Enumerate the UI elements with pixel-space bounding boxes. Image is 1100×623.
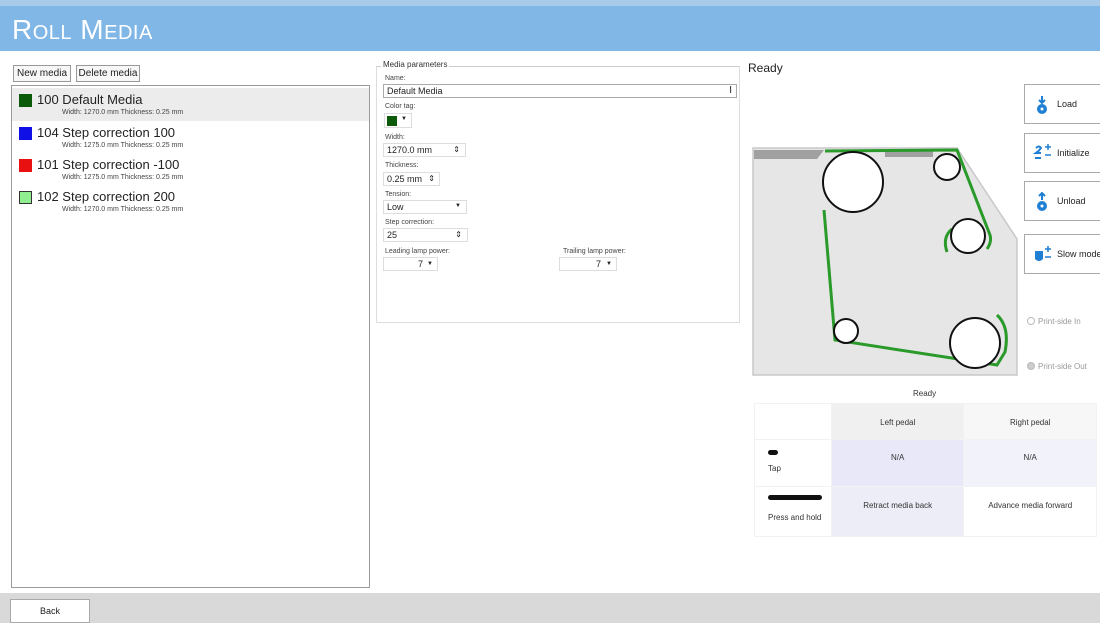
print-side-in-radio[interactable]: Print-side In <box>1027 317 1081 326</box>
color-swatch <box>19 159 32 172</box>
pedal-corner <box>754 403 832 440</box>
footer-bar <box>0 593 1100 623</box>
new-media-button[interactable]: New media <box>13 65 71 82</box>
stepper-icon: ⇕ <box>455 230 462 239</box>
tap-left-value: N/A <box>830 439 965 487</box>
load-icon <box>1037 96 1047 114</box>
tension-select[interactable]: Low ▼ <box>383 200 467 214</box>
media-path-diagram <box>752 147 1018 376</box>
unload-button[interactable]: Unload <box>1024 181 1100 221</box>
take-up-roll <box>949 317 1001 369</box>
media-item-101[interactable]: 101 Step correction -100 Width: 1275.0 m… <box>12 153 369 186</box>
leading-lamp-value: 7 <box>417 259 423 269</box>
media-title: 104 Step correction 100 <box>37 125 176 140</box>
width-field[interactable]: 1270.0 mm ⇕ <box>383 143 466 157</box>
tension-value: Low <box>387 202 404 212</box>
delete-media-button[interactable]: Delete media <box>76 65 140 82</box>
color-tag-picker[interactable]: ▼ <box>384 113 412 128</box>
step-correction-field[interactable]: 25 ⇕ <box>383 228 468 242</box>
chevron-down-icon: ▼ <box>401 116 407 122</box>
step-correction-label: Step correction: <box>385 219 435 226</box>
app-title: Roll Media <box>12 14 153 45</box>
initialize-label: Initialize <box>1057 148 1090 158</box>
header: Roll Media <box>0 0 1100 51</box>
initialize-button[interactable]: Initialize <box>1024 133 1100 173</box>
header-bar <box>0 6 1100 51</box>
media-details: Width: 1270.0 mm Thickness: 0.25 mm <box>62 109 184 116</box>
color-tag-swatch <box>387 116 397 126</box>
roller-bottom-left <box>833 318 859 344</box>
color-swatch <box>19 191 32 204</box>
thickness-field[interactable]: 0.25 mm ⇕ <box>383 172 440 186</box>
tap-label: Tap <box>768 464 781 473</box>
chevron-down-icon: ▼ <box>455 203 461 209</box>
slow-mode-label: Slow mode <box>1057 249 1100 259</box>
hold-left-value: Retract media back <box>830 486 965 537</box>
load-label: Load <box>1057 99 1078 109</box>
radio-dot <box>1027 362 1035 370</box>
color-swatch <box>19 94 32 107</box>
media-list[interactable]: 100 Default Media Width: 1270.0 mm Thick… <box>11 85 370 588</box>
initialize-icon <box>1033 144 1051 159</box>
leading-lamp-label: Leading lamp power: <box>385 248 450 255</box>
right-pedal-header: Right pedal <box>963 403 1097 440</box>
media-details: Width: 1275.0 mm Thickness: 0.25 mm <box>62 142 184 149</box>
trailing-lamp-select[interactable]: 7 ▼ <box>559 257 617 271</box>
text-cursor-icon: I <box>729 85 732 96</box>
platen-left <box>754 150 824 159</box>
unload-icon <box>1037 192 1047 211</box>
leading-lamp-select[interactable]: 7 ▼ <box>383 257 438 271</box>
radio-dot <box>1027 317 1035 325</box>
hold-right-value: Advance media forward <box>963 486 1097 537</box>
pedal-table: Left pedal Right pedal Tap N/A N/A Press… <box>754 403 1097 537</box>
tap-indicator <box>768 450 778 455</box>
hold-cell: Press and hold <box>754 486 832 537</box>
media-item-102[interactable]: 102 Step correction 200 Width: 1270.0 mm… <box>12 185 369 218</box>
stepper-icon: ⇕ <box>428 174 435 183</box>
chevron-down-icon: ▼ <box>606 261 612 267</box>
roller-right <box>950 218 986 254</box>
thickness-label: Thickness: <box>385 162 419 169</box>
trailing-lamp-value: 7 <box>595 259 601 269</box>
print-side-out-radio[interactable]: Print-side Out <box>1027 362 1087 371</box>
load-button[interactable]: Load <box>1024 84 1100 124</box>
color-swatch <box>19 127 32 140</box>
roller-top-right <box>933 153 961 181</box>
step-correction-value: 25 <box>387 230 398 240</box>
supply-roll-large <box>822 151 884 213</box>
tap-cell: Tap <box>754 439 832 487</box>
thickness-value: 0.25 mm <box>387 174 423 184</box>
width-label: Width: <box>385 134 405 141</box>
hold-label: Press and hold <box>768 513 822 522</box>
color-tag-label: Color tag: <box>385 103 416 110</box>
media-item-100[interactable]: 100 Default Media Width: 1270.0 mm Thick… <box>12 88 369 121</box>
chevron-down-icon: ▼ <box>427 261 433 267</box>
back-button[interactable]: Back <box>10 599 90 623</box>
tension-label: Tension: <box>385 191 412 198</box>
tap-right-value: N/A <box>963 439 1097 487</box>
print-side-out-label: Print-side Out <box>1038 362 1087 371</box>
stepper-icon: ⇕ <box>453 145 460 154</box>
media-title: 101 Step correction -100 <box>37 157 180 172</box>
status-title: Ready <box>748 61 783 75</box>
print-side-in-label: Print-side In <box>1038 317 1081 326</box>
name-field[interactable]: Default Media I <box>383 84 737 98</box>
slow-mode-button[interactable]: Slow mode <box>1024 234 1100 274</box>
media-parameters-legend: Media parameters <box>381 60 450 69</box>
media-title: 102 Step correction 200 <box>37 189 176 204</box>
name-label: Name: <box>385 75 406 82</box>
media-parameters-panel <box>376 66 740 323</box>
pedal-status: Ready <box>913 389 937 398</box>
name-value: Default Media <box>387 86 443 96</box>
media-details: Width: 1275.0 mm Thickness: 0.25 mm <box>62 174 184 181</box>
hold-indicator <box>768 495 822 500</box>
trailing-lamp-label: Trailing lamp power: <box>563 248 626 255</box>
media-title: 100 Default Media <box>37 92 143 107</box>
media-details: Width: 1270.0 mm Thickness: 0.25 mm <box>62 206 184 213</box>
unload-label: Unload <box>1057 196 1086 206</box>
media-item-104[interactable]: 104 Step correction 100 Width: 1275.0 mm… <box>12 121 369 154</box>
left-pedal-header: Left pedal <box>830 403 965 440</box>
slow-mode-icon <box>1035 246 1051 261</box>
width-value: 1270.0 mm <box>387 145 433 155</box>
